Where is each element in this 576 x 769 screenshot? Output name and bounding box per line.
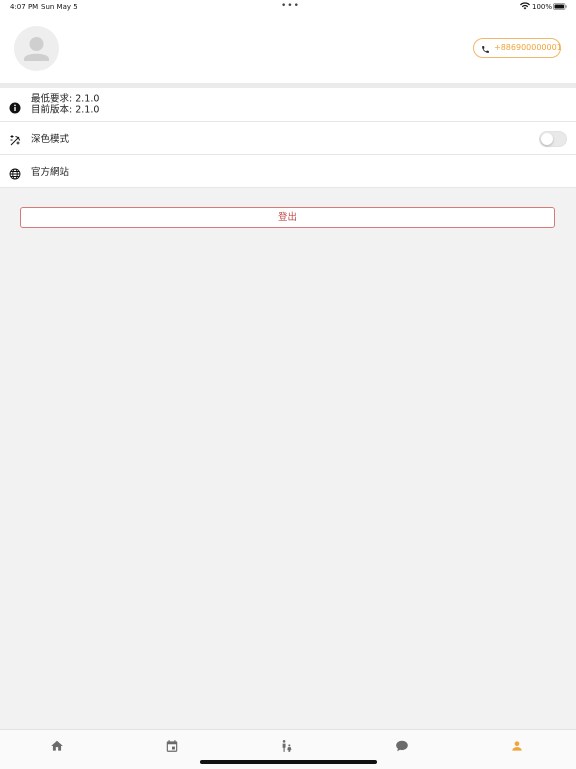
phone-number: +886900000001	[494, 43, 562, 52]
tab-profile[interactable]	[510, 738, 526, 754]
status-date: Sun May 5	[41, 3, 78, 11]
status-bar: 4:07 PM Sun May 5 ••• 100%	[0, 0, 576, 16]
version-text: 最低要求: 2.1.0 目前版本: 2.1.0	[31, 93, 99, 116]
current-version-text: 目前版本: 2.1.0	[31, 104, 100, 116]
toggle-knob	[541, 133, 553, 145]
phone-badge[interactable]: +886900000001	[473, 38, 562, 61]
home-icon	[51, 740, 63, 751]
dark-mode-label: 深色模式	[31, 134, 70, 145]
status-time: 4:07 PM	[10, 3, 39, 11]
family-icon	[282, 740, 292, 752]
multitasking-dots-icon[interactable]: •••	[281, 1, 300, 11]
profile-header: +886900000001	[0, 16, 576, 83]
dark-mode-toggle[interactable]	[539, 131, 567, 147]
tab-calendar[interactable]	[165, 738, 181, 754]
website-label: 官方網站	[31, 167, 70, 178]
person-icon	[512, 741, 522, 751]
person-placeholder-icon	[24, 37, 49, 61]
globe-icon	[9, 165, 21, 180]
battery-percent: 100%	[532, 3, 553, 11]
version-info-row: 最低要求: 2.1.0 目前版本: 2.1.0	[0, 88, 576, 122]
wifi-icon	[520, 2, 530, 12]
info-icon	[9, 99, 21, 113]
avatar[interactable]	[14, 26, 59, 71]
tab-chat[interactable]	[395, 738, 411, 754]
calendar-icon	[166, 740, 178, 752]
chat-icon	[396, 740, 408, 752]
website-row[interactable]: 官方網站	[0, 155, 576, 188]
dark-mode-row[interactable]: 深色模式	[0, 122, 576, 155]
settings-list: 最低要求: 2.1.0 目前版本: 2.1.0 深色模式 官方網站	[0, 88, 576, 188]
logout-button[interactable]: 登出	[20, 207, 555, 228]
dark-mode-icon	[9, 132, 21, 146]
home-indicator[interactable]	[200, 760, 377, 764]
tab-family[interactable]	[280, 738, 296, 754]
battery-icon	[553, 3, 567, 12]
min-version-text: 最低要求: 2.1.0	[31, 93, 100, 104]
tab-home[interactable]	[50, 738, 66, 754]
phone-icon	[481, 43, 490, 61]
